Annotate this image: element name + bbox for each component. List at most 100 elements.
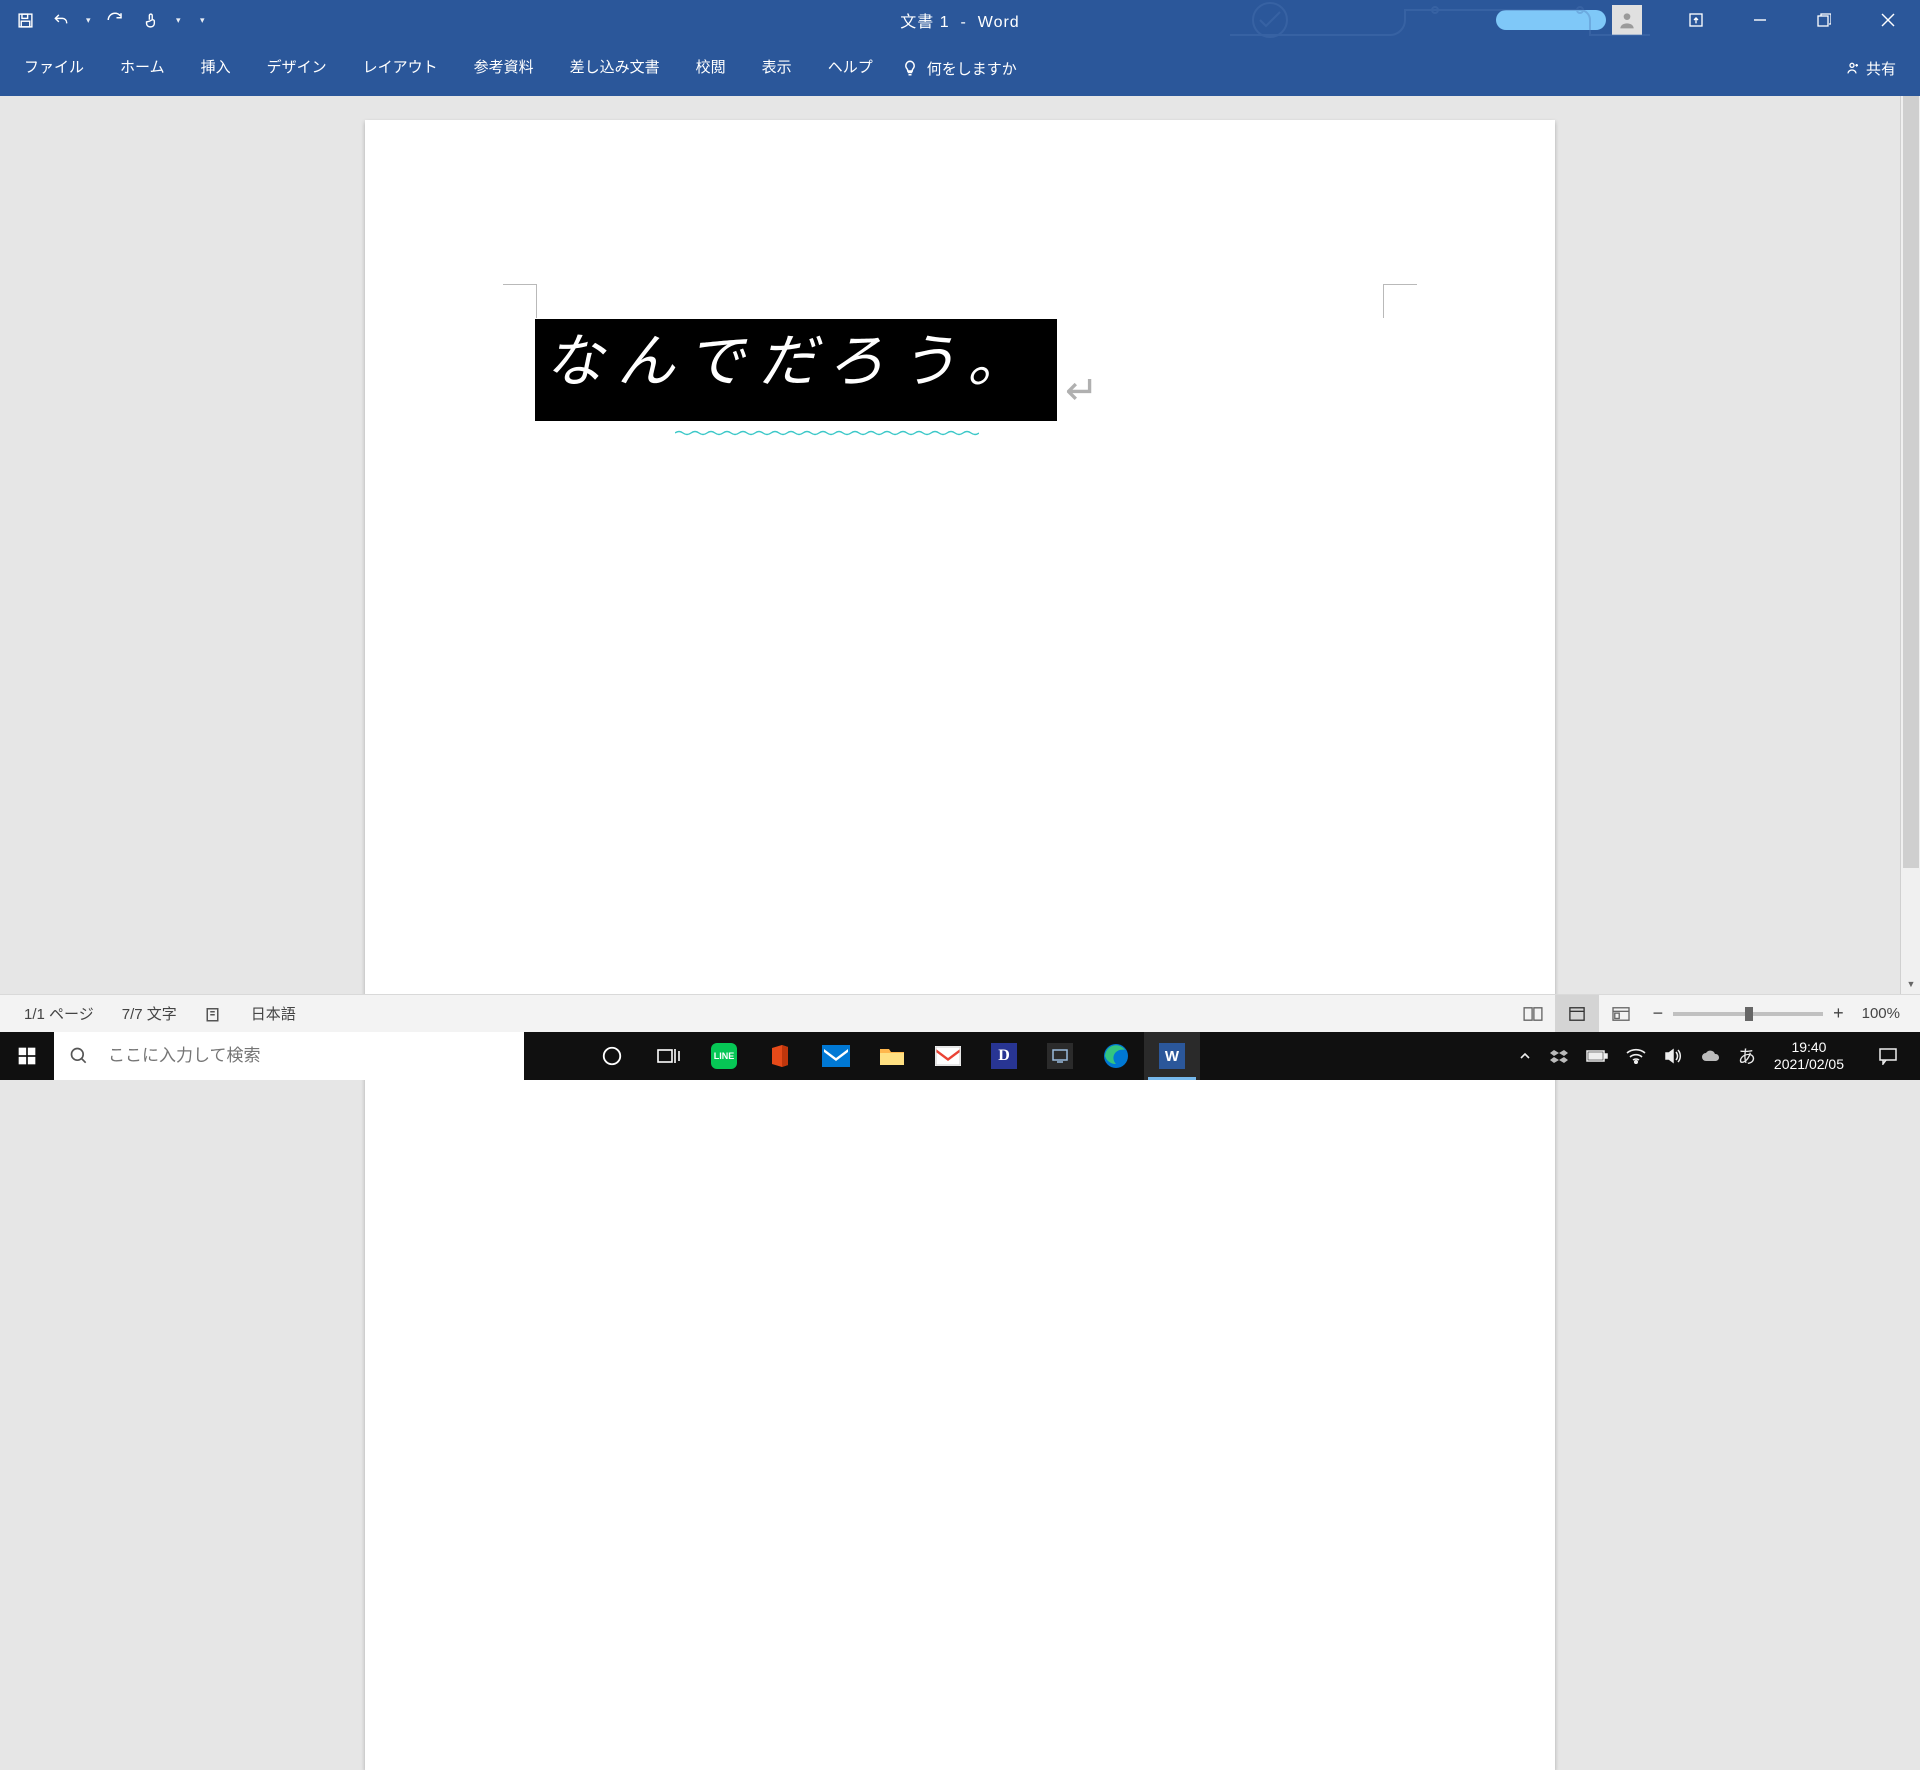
app-name: Word <box>978 14 1020 31</box>
print-layout-button[interactable] <box>1555 995 1599 1033</box>
task-view-button[interactable] <box>640 1032 696 1080</box>
dropbox-icon[interactable] <box>1550 1048 1568 1064</box>
proofing-button[interactable] <box>191 1005 237 1023</box>
selected-text[interactable]: なんでだろう。 <box>535 319 1057 421</box>
qat-dropdown-icon[interactable]: ▾ <box>86 15 90 26</box>
taskbar-search-input[interactable] <box>104 1032 524 1080</box>
margin-indicator <box>1383 284 1417 318</box>
undo-icon[interactable] <box>50 9 72 31</box>
tab-references[interactable]: 参考資料 <box>456 40 552 96</box>
taskbar-search[interactable] <box>54 1032 524 1080</box>
tab-view[interactable]: 表示 <box>744 40 810 96</box>
wifi-icon[interactable] <box>1626 1048 1646 1064</box>
tab-home[interactable]: ホーム <box>102 40 183 96</box>
page-indicator[interactable]: 1/1 ページ <box>10 1003 108 1024</box>
word-count[interactable]: 7/7 文字 <box>108 1003 191 1024</box>
app-line[interactable]: LINE <box>696 1032 752 1080</box>
share-label: 共有 <box>1866 58 1896 79</box>
gmail-icon <box>935 1046 961 1066</box>
system-tray: あ 19:40 2021/02/05 <box>1518 1032 1920 1080</box>
vertical-scrollbar[interactable]: ▲ ▼ <box>1900 96 1920 994</box>
web-layout-icon <box>1610 1006 1632 1022</box>
app-mail[interactable] <box>808 1032 864 1080</box>
zoom-level[interactable]: 100% <box>1854 1005 1900 1022</box>
close-icon[interactable] <box>1856 0 1920 40</box>
tab-design[interactable]: デザイン <box>249 40 345 96</box>
start-button[interactable] <box>0 1032 54 1080</box>
taskbar-apps: LINE D W <box>584 1032 1200 1080</box>
action-center-button[interactable] <box>1862 1032 1914 1080</box>
battery-icon[interactable] <box>1586 1049 1608 1063</box>
app-explorer[interactable] <box>864 1032 920 1080</box>
word-icon: W <box>1159 1043 1185 1069</box>
cortana-button[interactable] <box>584 1032 640 1080</box>
tell-me-label: 何をしますか <box>927 58 1017 79</box>
share-icon <box>1844 60 1860 76</box>
quick-access-toolbar: ▾ ▾ ▾ <box>0 9 204 31</box>
mail-icon <box>822 1045 850 1067</box>
status-right: − + 100% <box>1511 995 1910 1033</box>
redo-icon[interactable] <box>104 9 126 31</box>
tab-mailings[interactable]: 差し込み文書 <box>552 40 678 96</box>
notification-icon <box>1878 1047 1898 1065</box>
tab-review[interactable]: 校閲 <box>678 40 744 96</box>
print-layout-icon <box>1566 1006 1588 1022</box>
app-generic-2[interactable] <box>1032 1032 1088 1080</box>
language-indicator[interactable]: 日本語 <box>237 1003 310 1024</box>
ribbon-display-options-icon[interactable] <box>1664 0 1728 40</box>
paragraph-mark-icon: ↵ <box>1065 368 1099 414</box>
maximize-icon[interactable] <box>1792 0 1856 40</box>
tell-me-box[interactable]: 何をしますか <box>901 58 1017 79</box>
zoom-slider[interactable] <box>1673 1012 1823 1016</box>
folder-icon <box>879 1045 905 1067</box>
tray-overflow-icon[interactable] <box>1518 1049 1532 1063</box>
title-bar: ▾ ▾ ▾ 文書 1 - Word <box>0 0 1920 40</box>
title-controls <box>1496 0 1920 40</box>
document-area[interactable]: なんでだろう。 ↵ ▲ ▼ <box>0 96 1920 994</box>
app-office[interactable] <box>752 1032 808 1080</box>
app-word[interactable]: W <box>1144 1032 1200 1080</box>
grammar-squiggle-icon <box>675 430 979 436</box>
onedrive-icon[interactable] <box>1700 1049 1720 1063</box>
minimize-icon[interactable] <box>1728 0 1792 40</box>
qat-customize-icon[interactable]: ▾ <box>200 15 204 26</box>
window-title: 文書 1 - Word <box>900 8 1019 32</box>
status-bar: 1/1 ページ 7/7 文字 日本語 − + 100% <box>0 994 1920 1032</box>
tab-file[interactable]: ファイル <box>6 40 102 96</box>
read-mode-icon <box>1522 1006 1544 1022</box>
app-generic[interactable]: D <box>976 1032 1032 1080</box>
clock-date: 2021/02/05 <box>1774 1056 1844 1074</box>
proofing-icon <box>205 1005 223 1023</box>
share-button[interactable]: 共有 <box>1844 58 1896 79</box>
touch-mode-icon[interactable] <box>140 9 162 31</box>
app-edge[interactable] <box>1088 1032 1144 1080</box>
tab-insert[interactable]: 挿入 <box>183 40 249 96</box>
clock-time: 19:40 <box>1774 1039 1844 1057</box>
lightbulb-icon <box>901 59 919 77</box>
tab-help[interactable]: ヘルプ <box>810 40 891 96</box>
monitor-icon <box>1047 1043 1073 1069</box>
tab-layout[interactable]: レイアウト <box>345 40 456 96</box>
app-gmail[interactable] <box>920 1032 976 1080</box>
zoom-slider-thumb[interactable] <box>1745 1007 1753 1021</box>
office-icon <box>768 1043 792 1069</box>
web-layout-button[interactable] <box>1599 995 1643 1033</box>
document-name: 文書 1 <box>900 14 949 31</box>
ime-indicator[interactable]: あ <box>1738 1043 1756 1069</box>
task-view-icon <box>656 1046 680 1066</box>
windows-icon <box>17 1046 37 1066</box>
search-icon <box>54 1046 104 1066</box>
taskbar-clock[interactable]: 19:40 2021/02/05 <box>1774 1039 1844 1074</box>
user-avatar[interactable] <box>1612 5 1642 35</box>
zoom-in-button[interactable]: + <box>1833 1003 1844 1024</box>
scroll-thumb[interactable] <box>1903 96 1919 868</box>
zoom-out-button[interactable]: − <box>1653 1003 1664 1024</box>
qat-dropdown-icon[interactable]: ▾ <box>176 15 180 26</box>
read-mode-button[interactable] <box>1511 995 1555 1033</box>
page[interactable]: なんでだろう。 ↵ <box>365 120 1555 1770</box>
ribbon-tabs: ファイル ホーム 挿入 デザイン レイアウト 参考資料 差し込み文書 校閲 表示… <box>0 40 1920 96</box>
volume-icon[interactable] <box>1664 1048 1682 1064</box>
scroll-down-icon[interactable]: ▼ <box>1901 974 1920 994</box>
circle-icon <box>601 1045 623 1067</box>
save-icon[interactable] <box>14 9 36 31</box>
